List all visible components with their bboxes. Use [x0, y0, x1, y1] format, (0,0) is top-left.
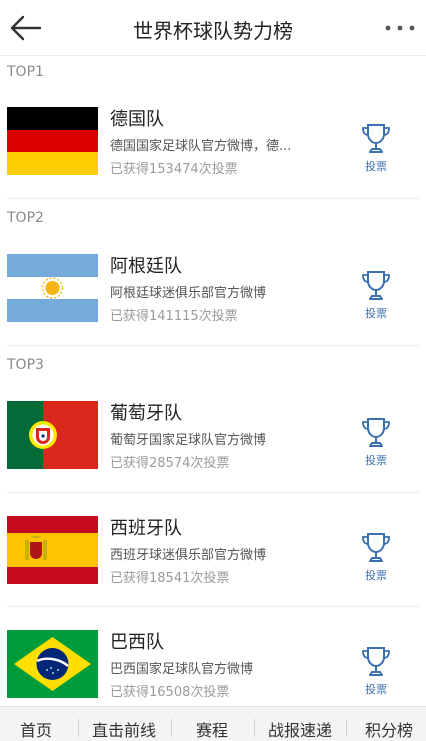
team-vote-count: 已获得28574次投票: [110, 456, 230, 471]
divider: [7, 492, 419, 493]
tab-divider: [254, 719, 255, 737]
vote-button-label: 投票: [365, 160, 387, 173]
vote-button[interactable]: 投票: [352, 645, 400, 699]
germany-flag: [7, 107, 98, 175]
trophy-icon: [362, 271, 390, 300]
trophy-icon: [362, 418, 390, 447]
tab-match-reports[interactable]: 战报速递: [260, 717, 340, 741]
vote-button[interactable]: 投票: [352, 122, 400, 176]
tab-divider: [171, 719, 172, 737]
divider: [7, 606, 419, 607]
section-label-top3: TOP3: [7, 357, 44, 373]
team-description: 西班牙球迷俱乐部官方微博: [110, 548, 267, 563]
team-name: 葡萄牙队: [110, 403, 182, 424]
team-name: 西班牙队: [110, 518, 182, 539]
brazil-flag: [7, 630, 98, 698]
page-title: 世界杯球队势力榜: [133, 19, 293, 43]
team-row-argentina[interactable]: 阿根廷队 阿根廷球迷俱乐部官方微博 已获得141115次投票 投票: [0, 254, 426, 344]
team-row-portugal[interactable]: 葡萄牙队 葡萄牙国家足球队官方微博 已获得28574次投票 投票: [0, 401, 426, 491]
portugal-flag: [7, 401, 98, 469]
trophy-icon: [362, 647, 390, 676]
tab-home[interactable]: 首页: [0, 717, 72, 741]
divider: [7, 345, 419, 346]
team-vote-count: 已获得18541次投票: [110, 571, 230, 586]
tab-schedule[interactable]: 赛程: [177, 717, 247, 741]
top-bar: 世界杯球队势力榜: [0, 0, 426, 56]
team-row-germany[interactable]: 德国队 德国国家足球队官方微博，德... 已获得153474次投票 投票: [0, 107, 426, 197]
team-vote-count: 已获得141115次投票: [110, 309, 238, 324]
vote-button-label: 投票: [365, 307, 387, 320]
team-name: 阿根廷队: [110, 256, 182, 277]
team-name: 巴西队: [110, 632, 164, 653]
team-description: 德国国家足球队官方微博，德...: [110, 139, 292, 154]
tab-standings[interactable]: 积分榜: [352, 717, 426, 741]
trophy-icon: [362, 124, 390, 153]
divider: [7, 198, 419, 199]
team-description: 葡萄牙国家足球队官方微博: [110, 433, 267, 448]
team-description: 阿根廷球迷俱乐部官方微博: [110, 286, 267, 301]
vote-button[interactable]: 投票: [352, 269, 400, 323]
team-row-spain[interactable]: 西班牙队 西班牙球迷俱乐部官方微博 已获得18541次投票 投票: [0, 516, 426, 606]
vote-button-label: 投票: [365, 569, 387, 582]
argentina-flag: [7, 254, 98, 322]
section-label-top2: TOP2: [7, 210, 44, 226]
section-label-top1: TOP1: [7, 64, 44, 80]
team-vote-count: 已获得153474次投票: [110, 162, 238, 177]
tab-divider: [346, 719, 347, 737]
tab-divider: [78, 719, 79, 737]
vote-button[interactable]: 投票: [352, 416, 400, 470]
vote-button[interactable]: 投票: [352, 531, 400, 585]
vote-button-label: 投票: [365, 683, 387, 696]
trophy-icon: [362, 533, 390, 562]
bottom-tab-bar: 首页 直击前线 赛程 战报速递 积分榜: [0, 706, 426, 741]
tab-frontline[interactable]: 直击前线: [84, 717, 164, 741]
vote-button-label: 投票: [365, 454, 387, 467]
more-options-icon[interactable]: [384, 12, 416, 44]
team-vote-count: 已获得16508次投票: [110, 685, 230, 700]
spain-flag: [7, 516, 98, 584]
team-name: 德国队: [110, 109, 164, 130]
team-description: 巴西国家足球队官方微博: [110, 662, 254, 677]
